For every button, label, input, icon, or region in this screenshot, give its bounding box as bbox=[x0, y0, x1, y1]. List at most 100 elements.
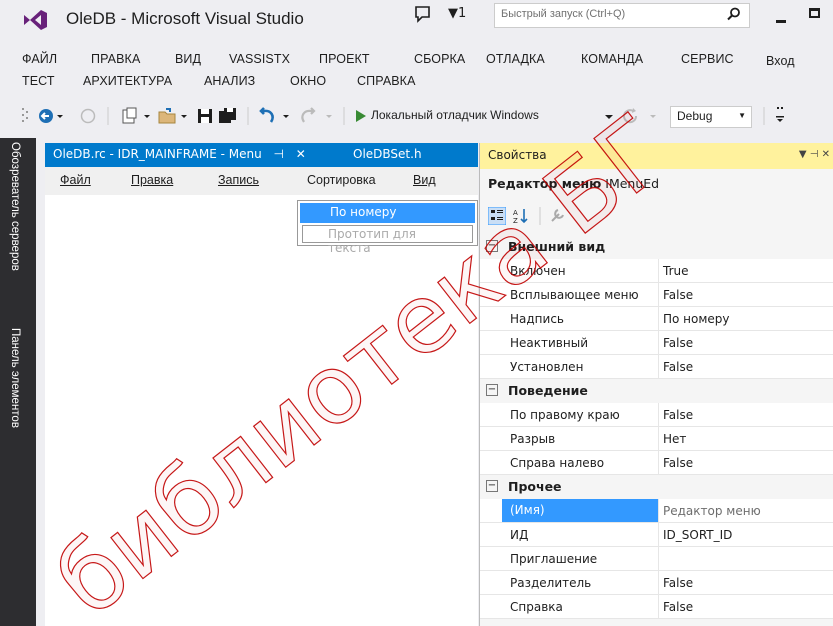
run-target-label[interactable]: Локальный отладчик Windows bbox=[371, 108, 539, 122]
menu-debug[interactable]: ОТЛАДКА bbox=[486, 52, 545, 66]
toolbar-separator bbox=[247, 107, 249, 125]
menu-preview-file[interactable]: Файл bbox=[60, 173, 91, 187]
property-value[interactable]: По номеру bbox=[663, 312, 730, 326]
property-value[interactable]: False bbox=[663, 408, 693, 422]
property-row[interactable]: Неактивный False bbox=[480, 331, 833, 355]
menu-preview-edit[interactable]: Правка bbox=[131, 173, 173, 187]
tab-oledbset-h[interactable]: OleDBSet.h bbox=[347, 143, 428, 167]
solution-configuration-select[interactable]: Debug ▼ bbox=[670, 106, 752, 128]
property-category[interactable]: − Внешний вид bbox=[480, 235, 833, 259]
property-value[interactable]: True bbox=[663, 264, 689, 278]
property-row[interactable]: Разрыв Нет bbox=[480, 427, 833, 451]
property-name: Всплывающее меню bbox=[510, 288, 639, 302]
pin-icon[interactable]: ⊣ bbox=[274, 147, 284, 161]
properties-title: Свойства bbox=[488, 148, 547, 162]
property-name: ИД bbox=[510, 528, 529, 542]
alphabetical-sort-icon[interactable]: A Z bbox=[512, 207, 530, 225]
visual-studio-window: OleDB - Microsoft Visual Studio ▼1 Быстр… bbox=[0, 0, 833, 626]
submenu-item-by-number[interactable]: По номеру bbox=[300, 203, 475, 223]
navigate-back-icon[interactable] bbox=[38, 107, 64, 125]
refresh-icon[interactable] bbox=[622, 107, 662, 125]
property-value[interactable]: False bbox=[663, 336, 693, 350]
menu-file[interactable]: ФАЙЛ bbox=[22, 52, 57, 66]
property-name: Приглашение bbox=[510, 552, 598, 566]
menu-window[interactable]: ОКНО bbox=[290, 74, 326, 88]
close-icon[interactable]: ✕ bbox=[296, 147, 306, 161]
menu-help[interactable]: СПРАВКА bbox=[357, 74, 416, 88]
collapse-icon[interactable]: − bbox=[486, 480, 498, 492]
property-row[interactable]: Справа налево False bbox=[480, 451, 833, 475]
menu-project[interactable]: ПРОЕКТ bbox=[319, 52, 370, 66]
property-value[interactable]: False bbox=[663, 576, 693, 590]
menu-architecture[interactable]: АРХИТЕКТУРА bbox=[83, 74, 172, 88]
menu-build[interactable]: СБОРКА bbox=[414, 52, 465, 66]
server-explorer-tab[interactable]: Обозреватель серверов bbox=[9, 142, 21, 271]
property-name: Справа налево bbox=[510, 456, 605, 470]
run-target-dropdown-icon[interactable] bbox=[604, 107, 614, 125]
property-row[interactable]: Установлен False bbox=[480, 355, 833, 379]
column-divider bbox=[658, 595, 659, 619]
menu-preview-sort[interactable]: Сортировка bbox=[307, 173, 376, 187]
property-value[interactable]: False bbox=[663, 456, 693, 470]
new-project-icon[interactable] bbox=[121, 107, 151, 125]
menu-preview-record[interactable]: Запись bbox=[218, 173, 259, 187]
collapse-icon[interactable]: − bbox=[486, 240, 498, 252]
property-row[interactable]: Надпись По номеру bbox=[480, 307, 833, 331]
property-row[interactable]: Всплывающее меню False bbox=[480, 283, 833, 307]
minimize-button[interactable] bbox=[776, 20, 786, 23]
menu-preview-view[interactable]: Вид bbox=[413, 173, 436, 187]
notifications-button[interactable]: ▼1 bbox=[448, 6, 466, 21]
toolbar-overflow-icon[interactable] bbox=[775, 107, 785, 125]
property-value[interactable]: False bbox=[663, 288, 693, 302]
menu-view[interactable]: ВИД bbox=[175, 52, 201, 66]
toolbar-separator bbox=[343, 107, 345, 125]
menu-edit[interactable]: ПРАВКА bbox=[91, 52, 140, 66]
menu-tools[interactable]: СЕРВИС bbox=[681, 52, 734, 66]
categorized-icon[interactable] bbox=[488, 207, 506, 225]
properties-object[interactable]: Редактор меню IMenuEd bbox=[488, 176, 659, 191]
column-divider bbox=[658, 427, 659, 451]
property-value[interactable]: False bbox=[663, 600, 693, 614]
property-row[interactable]: Разделитель False bbox=[480, 571, 833, 595]
menu-vassistx[interactable]: VASSISTX bbox=[229, 52, 290, 66]
toolbar-grip-icon[interactable] bbox=[21, 107, 29, 125]
property-row[interactable]: Включен True bbox=[480, 259, 833, 283]
property-row[interactable]: ИД ID_SORT_ID bbox=[480, 523, 833, 547]
property-value[interactable]: Редактор меню bbox=[663, 504, 761, 518]
tab-oledb-rc-menu[interactable]: OleDB.rc - IDR_MAINFRAME - Menu ⊣ ✕ bbox=[45, 143, 314, 167]
property-category[interactable]: − Прочее bbox=[480, 475, 833, 499]
undo-icon[interactable] bbox=[257, 107, 291, 125]
property-row[interactable]: Справка False bbox=[480, 595, 833, 619]
menu-test[interactable]: ТЕСТ bbox=[22, 74, 55, 88]
sign-in-link[interactable]: Вход bbox=[766, 54, 795, 68]
title-bar: OleDB - Microsoft Visual Studio ▼1 Быстр… bbox=[0, 0, 833, 44]
redo-icon[interactable] bbox=[300, 107, 334, 125]
collapse-icon[interactable]: − bbox=[486, 384, 498, 396]
property-name: Справка bbox=[510, 600, 563, 614]
maximize-button[interactable] bbox=[809, 8, 820, 18]
submenu-item-placeholder[interactable]: Прототип для текста bbox=[302, 225, 473, 255]
panel-controls[interactable]: ▼ ⊣ ✕ bbox=[799, 149, 830, 160]
property-category-label: Поведение bbox=[508, 383, 588, 398]
menu-analyze[interactable]: АНАЛИЗ bbox=[204, 74, 255, 88]
property-value[interactable]: Нет bbox=[663, 432, 686, 446]
navigate-forward-icon[interactable] bbox=[80, 107, 96, 125]
property-category[interactable]: − Поведение bbox=[480, 379, 833, 403]
save-all-icon[interactable] bbox=[218, 107, 238, 125]
property-row[interactable]: Приглашение bbox=[480, 547, 833, 571]
column-divider bbox=[658, 451, 659, 475]
property-pages-icon[interactable] bbox=[548, 207, 566, 225]
property-value[interactable]: ID_SORT_ID bbox=[663, 528, 732, 542]
column-divider bbox=[658, 331, 659, 355]
quick-launch-input[interactable]: Быстрый запуск (Ctrl+Q) bbox=[494, 3, 750, 28]
save-icon[interactable] bbox=[197, 107, 213, 125]
menu-bar: ФАЙЛ ПРАВКА ВИД VASSISTX ПРОЕКТ СБОРКА О… bbox=[0, 44, 833, 92]
property-value[interactable]: False bbox=[663, 360, 693, 374]
menu-team[interactable]: КОМАНДА bbox=[581, 52, 643, 66]
property-row[interactable]: По правому краю False bbox=[480, 403, 833, 427]
start-debugging-icon[interactable] bbox=[354, 107, 368, 125]
property-row[interactable]: (Имя) Редактор меню bbox=[480, 499, 833, 523]
feedback-icon[interactable] bbox=[414, 5, 432, 23]
open-file-icon[interactable] bbox=[158, 107, 188, 125]
toolbox-tab[interactable]: Панель элементов bbox=[9, 328, 21, 428]
